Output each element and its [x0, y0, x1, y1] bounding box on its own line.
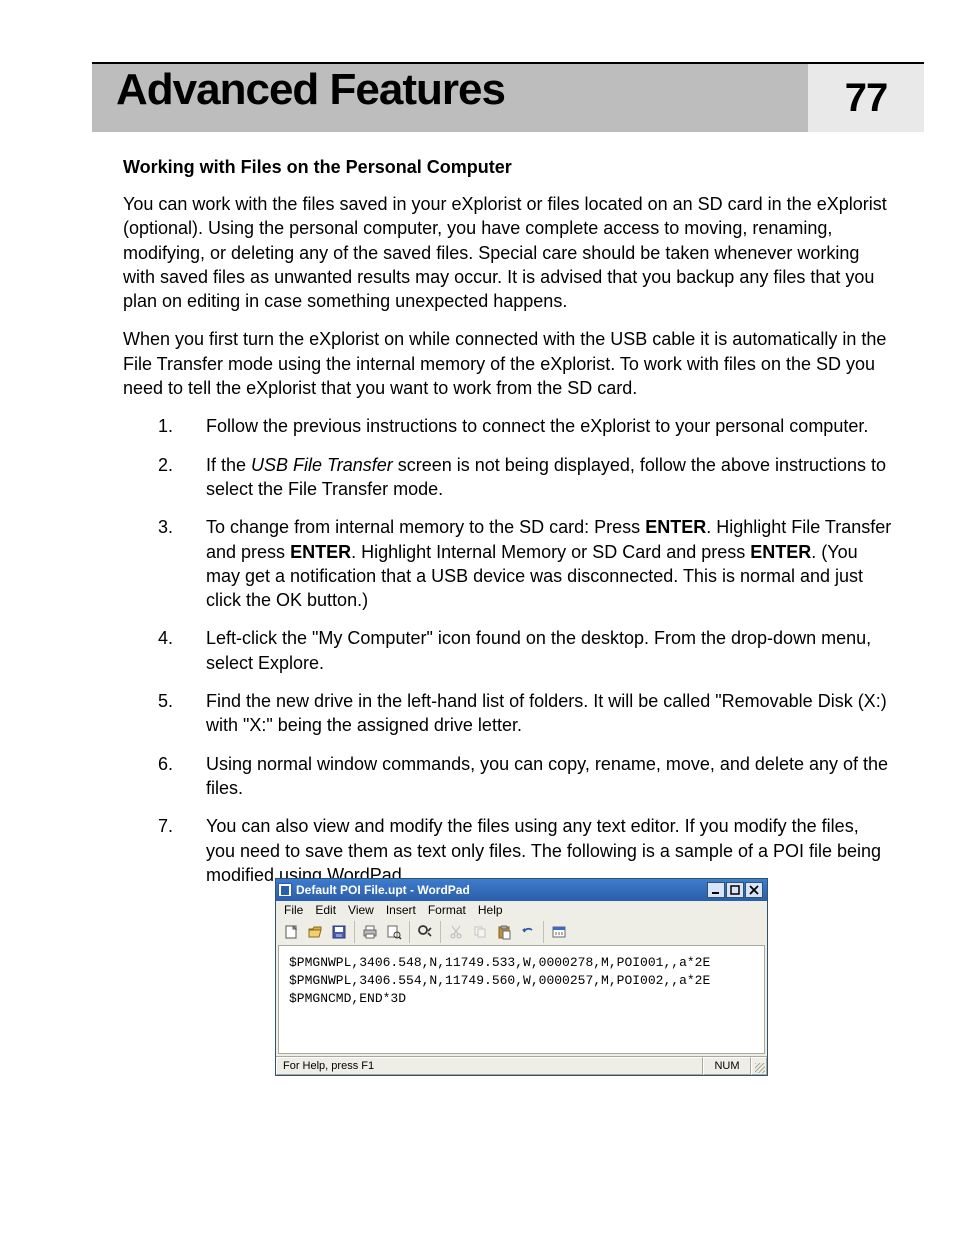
file-line-3: $PMGNCMD,END*3D	[289, 991, 406, 1006]
step-1: Follow the previous instructions to conn…	[158, 414, 892, 438]
menu-file[interactable]: File	[284, 903, 303, 917]
resize-grip[interactable]	[751, 1057, 767, 1075]
page-number: 77	[845, 76, 888, 121]
menu-view[interactable]: View	[348, 903, 374, 917]
internal-memory-label: Internal Memory	[436, 542, 566, 562]
close-button[interactable]	[745, 882, 763, 898]
text: and press	[206, 542, 290, 562]
menubar: File Edit View Insert Format Help	[276, 901, 767, 919]
wordpad-app-icon	[278, 883, 292, 897]
save-button[interactable]	[327, 921, 351, 943]
paste-button[interactable]	[492, 921, 516, 943]
content-area: Working with Files on the Personal Compu…	[123, 157, 892, 901]
text: To change from internal memory to the SD…	[206, 517, 645, 537]
cut-button[interactable]	[444, 921, 468, 943]
usb-file-transfer-label: USB File Transfer	[251, 455, 393, 475]
file-transfer-label: File Transfer	[288, 479, 388, 499]
wordpad-window: Default POI File.upt - WordPad File Edit…	[275, 878, 768, 1076]
sd-card-label: SD Card	[592, 542, 661, 562]
datetime-button[interactable]	[547, 921, 571, 943]
text: . Highlight	[351, 542, 436, 562]
undo-button[interactable]	[516, 921, 540, 943]
status-help: For Help, press F1	[276, 1057, 703, 1075]
print-preview-button[interactable]	[382, 921, 406, 943]
file-transfer-label: File Transfer	[791, 517, 891, 537]
toolbar	[276, 919, 767, 945]
window-title: Default POI File.upt - WordPad	[296, 883, 470, 897]
titlebar[interactable]: Default POI File.upt - WordPad	[276, 879, 767, 901]
page-number-box: 77	[808, 64, 924, 132]
enter-key: ENTER	[750, 542, 811, 562]
text: mode.	[388, 479, 443, 499]
file-line-1: $PMGNWPL,3406.548,N,11749.533,W,0000278,…	[289, 955, 710, 970]
text: or	[566, 542, 592, 562]
status-num: NUM	[703, 1057, 751, 1075]
text: If the	[206, 455, 251, 475]
maximize-button[interactable]	[726, 882, 744, 898]
statusbar: For Help, press F1 NUM	[276, 1056, 767, 1075]
text: and press	[661, 542, 750, 562]
file-line-2: $PMGNWPL,3406.554,N,11749.560,W,0000257,…	[289, 973, 710, 988]
paragraph-2: When you first turn the eXplorist on whi…	[123, 327, 892, 400]
menu-insert[interactable]: Insert	[386, 903, 416, 917]
section-heading: Working with Files on the Personal Compu…	[123, 157, 892, 178]
editor-textarea[interactable]: $PMGNWPL,3406.548,N,11749.533,W,0000278,…	[278, 945, 765, 1054]
step-2: If the USB File Transfer screen is not b…	[158, 453, 892, 502]
step-7: You can also view and modify the files u…	[158, 814, 892, 887]
enter-key: ENTER	[290, 542, 351, 562]
step-5: Find the new drive in the left-hand list…	[158, 689, 892, 738]
page-title: Advanced Features	[116, 68, 505, 112]
find-button[interactable]	[413, 921, 437, 943]
menu-format[interactable]: Format	[428, 903, 466, 917]
text: . Highlight	[706, 517, 791, 537]
step-3: To change from internal memory to the SD…	[158, 515, 892, 612]
new-button[interactable]	[279, 921, 303, 943]
step-4: Left-click the "My Computer" icon found …	[158, 626, 892, 675]
paragraph-1: You can work with the files saved in you…	[123, 192, 892, 313]
step-6: Using normal window commands, you can co…	[158, 752, 892, 801]
steps-list: Follow the previous instructions to conn…	[158, 414, 892, 887]
copy-button[interactable]	[468, 921, 492, 943]
enter-key: ENTER	[645, 517, 706, 537]
print-button[interactable]	[358, 921, 382, 943]
menu-help[interactable]: Help	[478, 903, 503, 917]
minimize-button[interactable]	[707, 882, 725, 898]
menu-edit[interactable]: Edit	[315, 903, 336, 917]
open-button[interactable]	[303, 921, 327, 943]
